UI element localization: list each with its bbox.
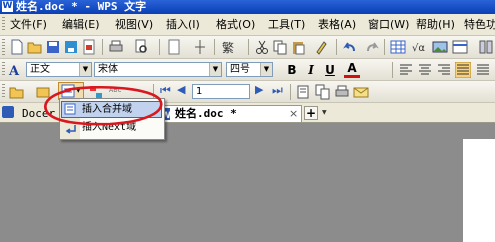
chevron-down-icon[interactable]: ▼ bbox=[79, 63, 91, 76]
print-icon[interactable] bbox=[108, 39, 124, 55]
standard-toolbar: 繁 √α bbox=[0, 36, 495, 59]
save-as-icon[interactable] bbox=[63, 39, 79, 55]
last-record-icon[interactable]: ⏭ bbox=[272, 83, 283, 98]
toolbar-grip bbox=[2, 39, 5, 55]
previous-record-icon[interactable]: ◀ bbox=[177, 83, 185, 96]
toolbar-separator bbox=[248, 39, 249, 55]
toolbar-separator bbox=[290, 84, 291, 100]
align-right-icon[interactable] bbox=[436, 62, 452, 78]
italic-button[interactable]: I bbox=[303, 62, 319, 78]
formatting-toolbar: A 正文 ▼ 宋体 ▼ 四号 ▼ B I U A bbox=[0, 59, 495, 81]
split-page-icon[interactable] bbox=[192, 39, 208, 55]
align-left-icon[interactable] bbox=[398, 62, 414, 78]
menu-table[interactable]: 表格(A) bbox=[318, 17, 356, 32]
menu-format[interactable]: 格式(O) bbox=[216, 17, 255, 32]
toolbar-separator bbox=[392, 62, 393, 78]
active-document-name: 姓名.doc * bbox=[175, 107, 237, 120]
styles-pane-icon[interactable]: A bbox=[8, 62, 24, 78]
new-tab-button[interactable]: + bbox=[304, 106, 318, 120]
open-folder-icon[interactable] bbox=[27, 39, 43, 55]
title-bar: W 姓名.doc * - WPS 文字 bbox=[0, 0, 495, 14]
insert-table-icon[interactable] bbox=[390, 39, 406, 55]
close-tab-icon[interactable]: × bbox=[289, 106, 298, 122]
font-select[interactable]: 宋体 ▼ bbox=[94, 62, 222, 77]
toolbar-grip bbox=[2, 62, 5, 77]
wps-app-icon: W bbox=[2, 1, 13, 12]
menu-help[interactable]: 帮助(H) bbox=[416, 17, 455, 32]
font-size-select[interactable]: 四号 ▼ bbox=[226, 62, 273, 77]
menu-view[interactable]: 视图(V) bbox=[115, 17, 153, 32]
align-center-icon[interactable] bbox=[417, 62, 433, 78]
insert-chart-icon[interactable] bbox=[452, 39, 468, 55]
svg-text:√α: √α bbox=[412, 43, 425, 54]
font-value: 宋体 bbox=[98, 64, 118, 75]
redo-icon[interactable] bbox=[364, 39, 380, 55]
docer-logo-icon bbox=[2, 106, 14, 118]
next-record-icon[interactable]: ▶ bbox=[255, 83, 263, 96]
toolbar-separator bbox=[102, 39, 103, 55]
style-value: 正文 bbox=[30, 64, 50, 75]
menu-tools[interactable]: 工具(T) bbox=[268, 17, 305, 32]
export-pdf-icon[interactable] bbox=[81, 39, 97, 55]
tab-active-document[interactable]: W 姓名.doc * × bbox=[154, 105, 302, 122]
style-select[interactable]: 正文 ▼ bbox=[26, 62, 92, 77]
toolbar-separator bbox=[214, 39, 215, 55]
undo-icon[interactable] bbox=[342, 39, 358, 55]
merge-to-new-document-icon[interactable] bbox=[296, 84, 312, 100]
format-painter-icon[interactable] bbox=[314, 39, 330, 55]
menu-special[interactable]: 特色功 bbox=[464, 17, 495, 32]
new-document-icon[interactable] bbox=[9, 39, 25, 55]
menubar-grip bbox=[2, 17, 5, 32]
document-page[interactable] bbox=[463, 139, 495, 242]
font-color-button[interactable]: A bbox=[344, 62, 360, 78]
copy-icon[interactable] bbox=[272, 39, 288, 55]
cut-icon[interactable] bbox=[254, 39, 270, 55]
menu-edit[interactable]: 编辑(E) bbox=[62, 17, 100, 32]
underline-button[interactable]: U bbox=[322, 62, 338, 78]
merge-to-email-icon[interactable] bbox=[353, 84, 369, 100]
menu-file[interactable]: 文件(F) bbox=[10, 17, 47, 32]
menu-bar: 文件(F) 编辑(E) 视图(V) 插入(I) 格式(O) 工具(T) 表格(A… bbox=[0, 14, 495, 36]
tab-list-chevron-icon[interactable]: ▼ bbox=[322, 109, 327, 116]
toolbar-grip bbox=[2, 84, 5, 99]
window-title: 姓名.doc * - WPS 文字 bbox=[16, 0, 147, 13]
svg-text:繁: 繁 bbox=[222, 40, 234, 55]
print-preview-icon[interactable] bbox=[133, 39, 149, 55]
menu-insert[interactable]: 插入(I) bbox=[166, 17, 200, 32]
merge-to-printer-icon[interactable] bbox=[334, 84, 350, 100]
insert-formula-icon[interactable]: √α bbox=[412, 39, 428, 55]
record-number-input[interactable]: 1 bbox=[192, 84, 250, 99]
font-size-value: 四号 bbox=[230, 64, 250, 75]
save-icon[interactable] bbox=[45, 39, 61, 55]
insert-picture-icon[interactable] bbox=[432, 39, 448, 55]
document-canvas bbox=[0, 123, 495, 242]
chevron-down-icon[interactable]: ▼ bbox=[209, 63, 221, 76]
open-data-source-icon[interactable] bbox=[9, 84, 25, 100]
paste-icon[interactable] bbox=[290, 39, 306, 55]
columns-icon[interactable] bbox=[478, 39, 494, 55]
merge-multiple-documents-icon[interactable] bbox=[315, 84, 331, 100]
chevron-down-icon[interactable]: ▼ bbox=[260, 63, 272, 76]
simplified-traditional-icon[interactable]: 繁 bbox=[220, 39, 236, 55]
bold-button[interactable]: B bbox=[284, 62, 300, 78]
svg-text:A: A bbox=[8, 64, 20, 78]
page-setup-icon[interactable] bbox=[166, 39, 182, 55]
toolbar-separator bbox=[159, 39, 160, 55]
toolbar-separator bbox=[384, 39, 385, 55]
justify-icon[interactable] bbox=[455, 62, 471, 78]
menu-window[interactable]: 窗口(W) bbox=[368, 17, 409, 32]
distributed-align-icon[interactable] bbox=[475, 62, 491, 78]
toolbar-separator bbox=[336, 39, 337, 55]
annotation-circle bbox=[44, 85, 163, 126]
